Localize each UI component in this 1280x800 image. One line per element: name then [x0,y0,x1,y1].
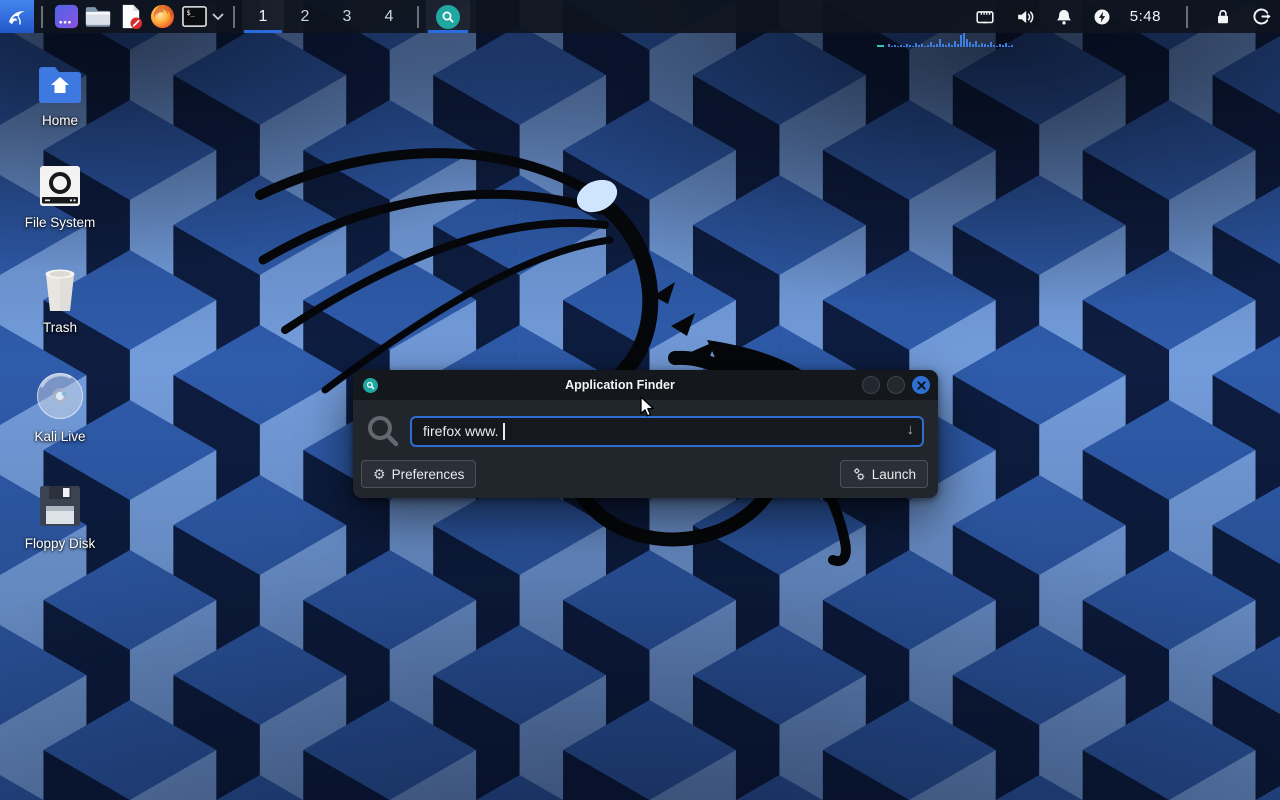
firefox-icon [149,3,176,30]
window-app-icon [53,3,80,30]
desktop-icon-label: File System [10,215,110,230]
kali-dragon-wallpaper-art [255,100,885,580]
desktop-icon-home[interactable]: Home [10,54,110,128]
maximize-button[interactable] [887,376,905,394]
minimize-button[interactable] [862,376,880,394]
application-finder-task-icon [436,5,460,29]
terminal-prompt-glyph: $_ [186,8,195,17]
lock-screen-icon[interactable] [1213,7,1233,27]
optical-disc-icon [10,370,110,422]
panel-separator [233,6,235,28]
mouse-cursor [637,396,657,418]
run-gears-icon [852,467,866,481]
desktop-icon-label: Kali Live [10,429,110,444]
desktop-icon-label: Floppy Disk [10,536,110,551]
workspace-button-1[interactable]: 1 [242,0,284,33]
kali-logo-icon [5,5,29,29]
panel-separator [41,6,43,28]
desktop-icon-trash[interactable]: Trash [10,261,110,335]
notification-bell-icon[interactable] [1054,7,1074,27]
floppy-disk-icon [10,477,110,529]
preferences-button[interactable]: ⚙ Preferences [361,460,476,488]
launcher-window-app[interactable] [50,0,82,33]
launcher-file-manager[interactable] [82,0,114,33]
text-caret [503,423,505,440]
launcher-terminal[interactable]: $_ [178,0,210,33]
launcher-text-editor[interactable] [114,0,146,33]
desktop-icon-label: Home [10,113,110,128]
window-title: Application Finder [378,378,862,392]
top-panel: $_ 1 2 3 4 [0,0,1280,33]
terminal-dropdown-chevron-icon[interactable] [210,0,226,33]
kali-menu-button[interactable] [0,0,34,33]
hard-drive-icon [10,156,110,208]
desktop-screen: $_ 1 2 3 4 [0,0,1280,800]
application-finder-window: Application Finder ↓ ⚙ [353,370,938,498]
close-icon [917,381,926,390]
close-button[interactable] [912,376,930,394]
search-icon [365,413,401,449]
network-wired-icon[interactable] [974,6,996,28]
panel-separator [417,6,419,28]
workspace-button-3[interactable]: 3 [326,0,368,33]
home-folder-icon [10,54,110,106]
desktop-icon-label: Trash [10,320,110,335]
search-input[interactable] [410,416,924,447]
system-tray: 5:48 [974,6,1272,28]
text-editor-icon [117,3,144,30]
logout-icon[interactable] [1251,6,1272,27]
clock[interactable]: 5:48 [1130,8,1161,25]
power-manager-icon[interactable] [1092,7,1112,27]
history-dropdown-arrow-icon[interactable]: ↓ [907,421,915,438]
launcher-firefox[interactable] [146,0,178,33]
workspace-button-4[interactable]: 4 [368,0,410,33]
gear-icon: ⚙ [373,467,386,481]
desktop-icon-kali-live[interactable]: Kali Live [10,370,110,444]
trash-bin-icon [10,261,110,313]
panel-separator [1186,6,1188,28]
volume-icon[interactable] [1014,6,1036,28]
launch-button[interactable]: Launch [840,460,928,488]
workspace-button-2[interactable]: 2 [284,0,326,33]
terminal-icon: $_ [181,4,208,29]
taskbar-application-finder-button[interactable] [426,0,470,33]
application-finder-window-icon [363,378,378,393]
desktop-icon-floppy-disk[interactable]: Floppy Disk [10,477,110,551]
file-manager-icon [84,4,112,29]
desktop-icon-file-system[interactable]: File System [10,156,110,230]
